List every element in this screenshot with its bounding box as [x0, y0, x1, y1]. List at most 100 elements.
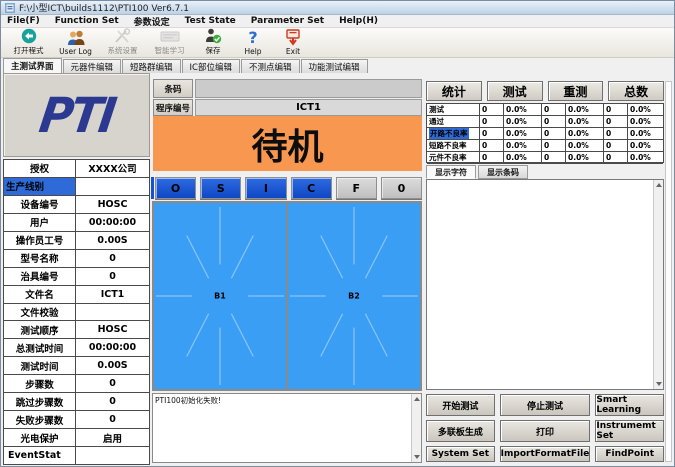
- slot-button-o[interactable]: O: [155, 177, 196, 199]
- log-box[interactable]: PTI100初始化失败!: [152, 393, 422, 463]
- tab-short-group-edit[interactable]: 短路群编辑: [122, 59, 181, 73]
- stats-cell: 0.0%: [627, 116, 663, 127]
- log-scrollbar[interactable]: [411, 394, 421, 462]
- menu-function-set[interactable]: Function Set: [55, 16, 119, 26]
- stats-table: 测试 0 0.0% 0 0.0% 0 0.0% 通过 0 0.0% 0 0.0%…: [426, 103, 664, 163]
- scroll-down-icon[interactable]: [414, 455, 420, 459]
- slot-button-s[interactable]: S: [200, 177, 241, 199]
- slot-button-i[interactable]: I: [245, 177, 286, 199]
- test-button[interactable]: 测试: [487, 81, 543, 101]
- tab-ic-part-edit[interactable]: IC部位编辑: [182, 59, 240, 73]
- stat-header-row: 统计 测试 重测 总数: [426, 81, 664, 101]
- menu-file[interactable]: File(F): [7, 16, 40, 26]
- row-label[interactable]: 测试顺序: [4, 321, 76, 338]
- stats-button[interactable]: 统计: [426, 81, 482, 101]
- system-settings-icon: [114, 28, 132, 44]
- stats-cell: 0.0%: [565, 128, 603, 139]
- info-table: 授权XXXX公司 生产线别 设备编号HOSC 用户00:00:00 操作员工号0…: [3, 159, 150, 465]
- stats-row-label[interactable]: 元件不良率: [427, 152, 479, 163]
- stats-row: 开路不良率 0 0.0% 0 0.0% 0 0.0%: [427, 128, 663, 140]
- user-log-button[interactable]: User Log: [52, 28, 99, 56]
- log-message: PTI100初始化失败!: [155, 395, 409, 406]
- stats-row: 通过 0 0.0% 0 0.0% 0 0.0%: [427, 116, 663, 128]
- barcode-input[interactable]: [195, 79, 422, 98]
- start-test-button[interactable]: 开始测试: [426, 394, 495, 416]
- row-label[interactable]: 光电保护: [4, 429, 76, 446]
- tab-untested-point-edit[interactable]: 不测点编辑: [241, 59, 300, 73]
- row-label[interactable]: 失败步骤数: [4, 411, 76, 428]
- row-value: [76, 304, 149, 321]
- tab-display-barcode[interactable]: 显示条码: [478, 165, 528, 179]
- exit-label: Exit: [286, 47, 300, 56]
- row-label-selected[interactable]: 生产线别: [4, 178, 76, 195]
- row-label[interactable]: 文件名: [4, 286, 76, 303]
- row-value: [76, 178, 149, 195]
- row-label[interactable]: 测试时间: [4, 357, 76, 374]
- row-label[interactable]: 操作员工号: [4, 232, 76, 249]
- stats-cell: 0: [603, 140, 627, 151]
- save-button[interactable]: 保存: [193, 28, 233, 56]
- slot-button-f[interactable]: F: [336, 177, 377, 199]
- board-b1[interactable]: B1: [154, 203, 286, 389]
- scroll-down-icon[interactable]: [656, 382, 662, 386]
- stats-cell: 0.0%: [503, 140, 541, 151]
- board-label: B1: [214, 292, 226, 301]
- table-row: 操作员工号0.00S: [4, 232, 149, 250]
- stats-row-label[interactable]: 通过: [427, 116, 479, 127]
- tab-function-test-edit[interactable]: 功能测试编辑: [301, 59, 368, 73]
- row-label[interactable]: 设备编号: [4, 196, 76, 213]
- row-label[interactable]: 用户: [4, 214, 76, 231]
- import-format-file-button[interactable]: ImportFormatFile: [500, 446, 591, 462]
- help-button[interactable]: ? Help: [233, 28, 273, 56]
- row-label[interactable]: 文件校验: [4, 304, 76, 321]
- scroll-up-icon[interactable]: [656, 183, 662, 187]
- row-label[interactable]: 总测试时间: [4, 339, 76, 356]
- print-button[interactable]: 打印: [500, 420, 591, 442]
- scroll-up-icon[interactable]: [414, 397, 420, 401]
- find-point-button[interactable]: FindPoint: [595, 446, 664, 462]
- slot-button-0[interactable]: 0: [381, 177, 422, 199]
- barcode-label: 条码: [153, 79, 193, 98]
- retest-button[interactable]: 重测: [548, 81, 604, 101]
- slot-button-c[interactable]: C: [291, 177, 332, 199]
- stats-cell: 0: [479, 152, 503, 163]
- app-window: F:\小型ICT\builds1112\PTI100 Ver6.7.1 File…: [0, 0, 675, 467]
- stop-test-button[interactable]: 停止测试: [500, 394, 591, 416]
- title-bar[interactable]: F:\小型ICT\builds1112\PTI100 Ver6.7.1: [1, 1, 674, 15]
- row-label[interactable]: 治具编号: [4, 268, 76, 285]
- open-program-button[interactable]: 打开程式: [5, 28, 52, 56]
- menu-parameter-set[interactable]: Parameter Set: [251, 16, 324, 26]
- board-b2[interactable]: B2: [288, 203, 420, 389]
- logo-box: PTI: [3, 73, 150, 157]
- instrument-set-button[interactable]: Instrumemt Set: [595, 420, 664, 442]
- tab-component-edit[interactable]: 元器件编辑: [63, 59, 122, 73]
- program-number-field[interactable]: ICT1: [195, 99, 422, 116]
- stats-row-label[interactable]: 测试: [427, 104, 479, 115]
- stats-cell: 0: [541, 104, 565, 115]
- stats-cell: 0.0%: [627, 128, 663, 139]
- menu-test-state[interactable]: Test State: [185, 16, 236, 26]
- tab-display-chars[interactable]: 显示字符: [426, 165, 476, 179]
- row-label[interactable]: 型号名称: [4, 250, 76, 267]
- row-label[interactable]: 授权: [4, 160, 76, 177]
- row-value: 00:00:00: [76, 214, 149, 231]
- stats-row-label[interactable]: 短路不良率: [427, 140, 479, 151]
- result-scrollbar[interactable]: [653, 180, 663, 389]
- system-set-button[interactable]: System Set: [426, 446, 495, 462]
- display-tab-bar: 显示字符 显示条码: [426, 165, 528, 179]
- total-button[interactable]: 总数: [608, 81, 664, 101]
- menu-help[interactable]: Help(H): [339, 16, 378, 26]
- table-row: 治具编号0: [4, 268, 149, 286]
- row-label[interactable]: 步骤数: [4, 375, 76, 392]
- table-row: 光电保护启用: [4, 429, 149, 447]
- row-label[interactable]: 跳过步骤数: [4, 393, 76, 410]
- multi-panel-generate-button[interactable]: 多联板生成: [426, 420, 495, 442]
- row-label[interactable]: EventStat: [4, 447, 76, 464]
- stats-row-label-selected[interactable]: 开路不良率: [427, 128, 479, 139]
- smart-learning-action-button[interactable]: Smart Learning: [595, 394, 664, 416]
- smart-learning-label: 智能学习: [155, 45, 185, 56]
- tab-main-test[interactable]: 主测试界面: [3, 58, 62, 73]
- result-listbox[interactable]: [426, 179, 664, 390]
- exit-button[interactable]: Exit: [273, 28, 313, 56]
- menu-parameter-settings[interactable]: 参数设定: [134, 15, 170, 28]
